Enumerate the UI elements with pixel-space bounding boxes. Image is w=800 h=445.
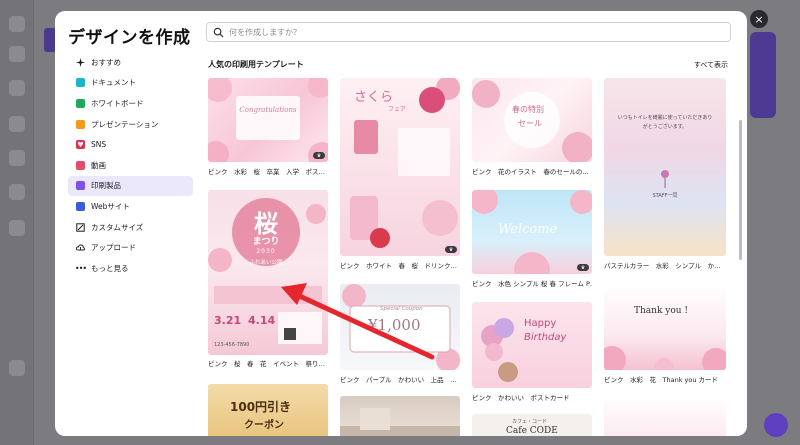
rail-icon (9, 360, 25, 376)
rail-icon (9, 46, 25, 62)
rail-icon (9, 150, 25, 166)
annotation-arrow (281, 283, 435, 360)
background-accent (750, 32, 776, 118)
scrollbar[interactable] (739, 120, 742, 260)
rail-icon (9, 116, 25, 132)
close-button[interactable]: × (750, 10, 768, 28)
rail-icon (9, 220, 25, 236)
rail-icon (9, 16, 25, 32)
create-design-modal: デザインを作成 おすすめ ドキュメント ホワイトボード プレゼンテーション (55, 11, 747, 436)
background-fab (764, 413, 788, 437)
rail-icon (9, 184, 25, 200)
background-rail (0, 0, 34, 445)
rail-icon (9, 80, 25, 96)
